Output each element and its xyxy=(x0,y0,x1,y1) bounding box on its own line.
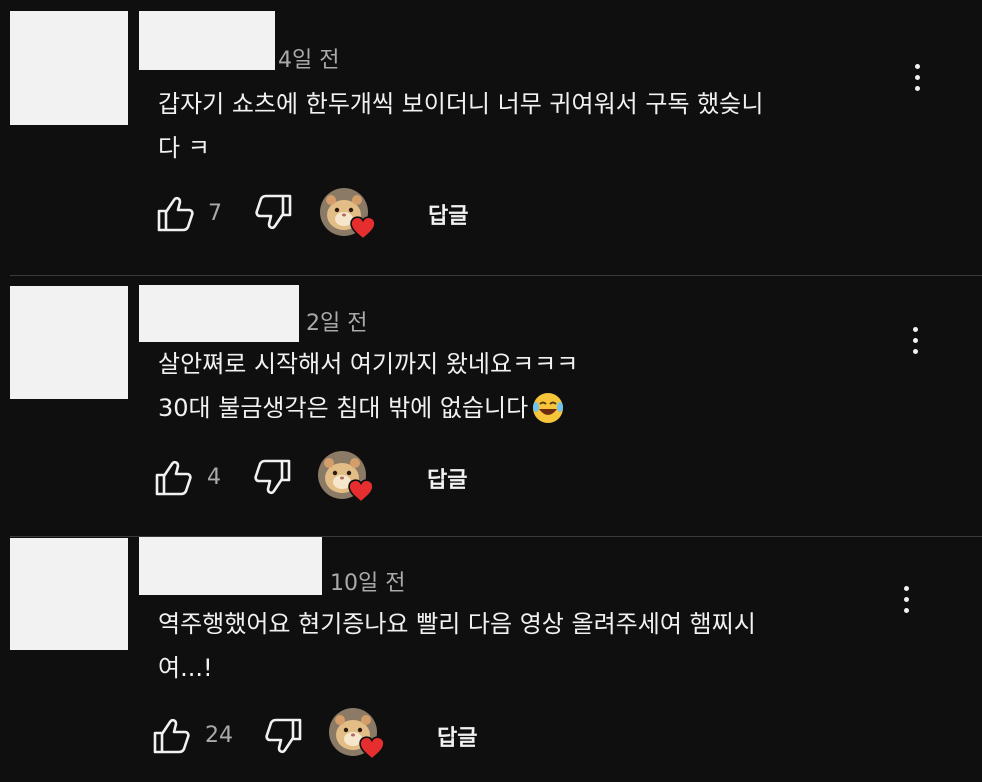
comment-timestamp[interactable]: 10일 전 xyxy=(330,565,405,597)
commenter-name-redacted[interactable] xyxy=(139,11,275,70)
commenter-name-redacted[interactable] xyxy=(139,285,299,342)
creator-heart-icon xyxy=(348,479,374,503)
commenter-avatar[interactable] xyxy=(10,538,128,650)
reply-button[interactable]: 답글 xyxy=(428,198,468,230)
reply-button[interactable]: 답글 xyxy=(427,462,467,494)
reply-button[interactable]: 답글 xyxy=(437,720,477,752)
thumb-up-icon[interactable] xyxy=(153,458,193,498)
comment-text-line: 30대 불금생각은 침대 밖에 없습니다 xyxy=(158,394,529,422)
more-vert-icon[interactable] xyxy=(907,57,927,97)
creator-avatar-icon xyxy=(318,451,370,503)
like-count: 7 xyxy=(208,201,222,226)
laughing-tears-emoji xyxy=(533,393,564,423)
thumb-down-icon[interactable] xyxy=(253,457,293,497)
thumb-down-icon[interactable] xyxy=(264,716,304,756)
comment-text: 갑자기 쇼츠에 한두개씩 보이더니 너무 귀여워서 구독 했슺니 다 ㅋ xyxy=(158,82,763,170)
comment-text-line: 역주행했어요 현기증나요 빨리 다음 영상 올려주세여 햄찌시 xyxy=(158,610,756,638)
comment-timestamp[interactable]: 2일 전 xyxy=(306,305,367,337)
creator-heart-icon xyxy=(350,216,376,240)
comment-timestamp[interactable]: 4일 전 xyxy=(278,42,339,74)
thumb-down-icon[interactable] xyxy=(254,192,294,232)
like-count: 4 xyxy=(207,465,221,490)
creator-avatar-icon xyxy=(320,188,372,240)
thumb-up-icon[interactable] xyxy=(151,716,191,756)
commenter-name-redacted[interactable] xyxy=(139,537,322,595)
comment-text: 역주행했어요 현기증나요 빨리 다음 영상 올려주세여 햄찌시 여...! xyxy=(158,602,756,690)
more-vert-icon[interactable] xyxy=(905,320,925,360)
creator-avatar-icon xyxy=(329,708,381,760)
commenter-avatar[interactable] xyxy=(10,286,128,399)
comment-text: 살안쪄로 시작해서 여기까지 왔네요ㅋㅋㅋ 30대 불금생각은 침대 밖에 없습… xyxy=(158,342,578,430)
comment-text-line: 여...! xyxy=(158,654,213,682)
comment-text-line: 다 ㅋ xyxy=(158,134,210,162)
thumb-up-icon[interactable] xyxy=(155,194,195,234)
comment-text-line: 살안쪄로 시작해서 여기까지 왔네요ㅋㅋㅋ xyxy=(158,350,579,378)
creator-heart-icon xyxy=(359,736,385,760)
comment-divider xyxy=(10,275,982,276)
commenter-avatar[interactable] xyxy=(10,11,128,125)
like-count: 24 xyxy=(205,723,233,748)
more-vert-icon[interactable] xyxy=(896,579,916,619)
comment-text-line: 갑자기 쇼츠에 한두개씩 보이더니 너무 귀여워서 구독 했슺니 xyxy=(158,90,764,118)
